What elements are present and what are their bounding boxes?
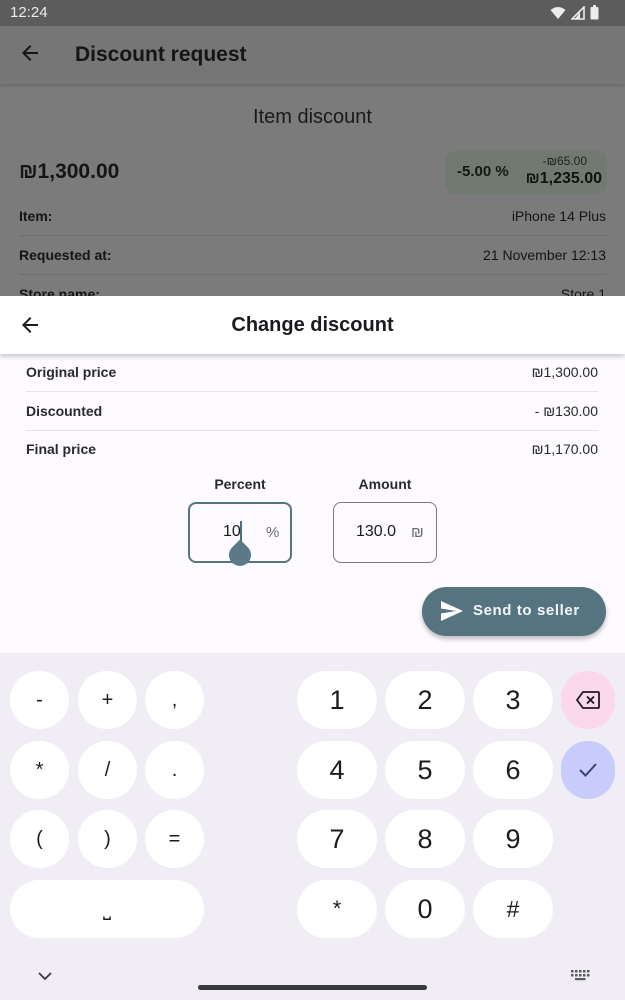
amount-label: Amount [358, 476, 412, 492]
discounted-row: Discounted - ₪130.00 [26, 393, 598, 431]
final-price-label: Final price [26, 441, 97, 457]
key-close-paren[interactable]: ) [78, 810, 137, 868]
backspace-icon [576, 691, 600, 709]
item-discount-heading: Item discount [253, 106, 372, 128]
discount-chip-final: ₪1,235.00 [525, 170, 602, 187]
background-back-button[interactable] [18, 41, 42, 70]
key-9[interactable]: 9 [473, 810, 553, 868]
discounted-label: Discounted [26, 403, 103, 419]
discounted-value: - ₪130.00 [534, 403, 598, 419]
percent-unit: % [266, 524, 280, 541]
amount-value: 130.0 [356, 523, 397, 540]
original-price-label: Original price [26, 364, 117, 380]
key-minus[interactable]: - [10, 671, 69, 729]
background-screen: Discount request Item discount ₪1,300.00… [0, 26, 625, 296]
status-bar: 12:24 [0, 0, 625, 26]
change-discount-sheet: Change discount Original price ₪1,300.00… [0, 296, 625, 653]
check-icon [579, 763, 597, 777]
background-row-store: Store name: Store 1 [19, 286, 606, 296]
key-open-paren[interactable]: ( [10, 810, 69, 868]
numeric-keyboard: - + , * / . ( ) = ⎵ 1 2 3 4 5 6 7 8 9 * … [0, 653, 625, 1000]
key-1[interactable]: 1 [297, 671, 377, 729]
key-6[interactable]: 6 [473, 741, 553, 799]
final-price-value: ₪1,170.00 [531, 441, 598, 457]
amount-input[interactable]: 130.0 ₪ [333, 502, 437, 563]
send-icon [440, 600, 464, 627]
original-price-row: Original price ₪1,300.00 [26, 354, 598, 392]
home-indicator[interactable] [198, 985, 427, 990]
wifi-icon [550, 6, 566, 19]
final-price-row: Final price ₪1,170.00 [26, 431, 598, 469]
key-space[interactable]: ⎵ [10, 880, 204, 938]
sheet-title: Change discount [231, 314, 394, 336]
backspace-key[interactable] [561, 671, 615, 729]
key-asterisk[interactable]: * [10, 741, 69, 799]
status-time: 12:24 [10, 4, 48, 21]
amount-unit: ₪ [411, 524, 424, 541]
background-original-price: ₪1,300.00 [19, 160, 120, 183]
battery-icon [590, 5, 599, 20]
send-to-seller-label: Send to seller [473, 602, 580, 619]
percent-label: Percent [214, 476, 266, 492]
background-row-item: Item: iPhone 14 Plus [19, 198, 606, 236]
confirm-key[interactable] [561, 741, 615, 799]
original-price-value: ₪1,300.00 [531, 364, 598, 380]
key-comma[interactable]: , [145, 671, 204, 729]
key-hash[interactable]: # [473, 880, 553, 938]
chevron-down-icon [38, 972, 52, 981]
status-icons [550, 5, 599, 20]
keyboard-icon [571, 970, 590, 981]
background-app-bar: Discount request [0, 26, 625, 84]
key-slash[interactable]: / [78, 741, 137, 799]
percent-value: 10 [223, 523, 241, 540]
hide-keyboard-button[interactable] [37, 968, 53, 986]
key-period[interactable]: . [145, 741, 204, 799]
key-3[interactable]: 3 [473, 671, 553, 729]
background-row-requested: Requested at: 21 November 12:13 [19, 237, 606, 275]
key-8[interactable]: 8 [385, 810, 465, 868]
background-title: Discount request [75, 43, 247, 66]
discount-chip: -5.00 % -₪65.00 ₪1,235.00 [445, 151, 607, 194]
send-to-seller-button[interactable]: Send to seller [422, 587, 606, 636]
signal-icon [571, 5, 585, 20]
arrow-back-icon [22, 45, 38, 61]
key-4[interactable]: 4 [297, 741, 377, 799]
key-7[interactable]: 7 [297, 810, 377, 868]
key-5[interactable]: 5 [385, 741, 465, 799]
key-2[interactable]: 2 [385, 671, 465, 729]
keyboard-switch-button[interactable] [570, 968, 590, 986]
key-0[interactable]: 0 [385, 880, 465, 938]
sheet-app-bar: Change discount [0, 296, 625, 354]
discount-chip-percent: -5.00 % [457, 163, 509, 180]
key-plus[interactable]: + [78, 671, 137, 729]
discount-chip-amount: -₪65.00 [542, 154, 587, 168]
key-equals[interactable]: = [145, 810, 204, 868]
key-star[interactable]: * [297, 880, 377, 938]
